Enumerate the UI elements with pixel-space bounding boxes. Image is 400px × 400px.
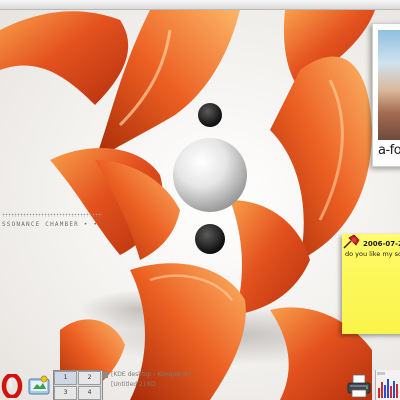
taskbar-window-title: [KDE desktop - Konqueror] [111, 371, 191, 378]
opera-icon[interactable] [0, 374, 24, 398]
wallpaper-caption: SSONANCE CHAMBER • • • [2, 221, 108, 228]
system-monitor-icon[interactable] [375, 370, 400, 400]
printer-icon[interactable] [346, 373, 372, 399]
pushpin-icon [343, 234, 360, 249]
window-icon [102, 372, 108, 378]
wallpaper-dots [2, 213, 102, 217]
taskbar-window-subtitle: [Untitled 2] KD [111, 381, 156, 388]
photo-frame-image [378, 30, 400, 140]
note-date: 2006-07-23 [363, 240, 400, 248]
desktop-pager: 1 2 3 4 [53, 370, 103, 400]
wallpaper [0, 10, 380, 400]
desktop[interactable]: SSONANCE CHAMBER • • • a-fon 2006-07-23 … [0, 0, 400, 400]
photo-frame-widget[interactable]: a-fon [372, 23, 400, 167]
top-panel-edge [0, 0, 400, 10]
note-text[interactable]: do you like my scr [345, 250, 400, 258]
pager-desktop-1[interactable]: 1 [54, 371, 77, 385]
pager-desktop-2[interactable]: 2 [78, 371, 101, 385]
pager-desktop-4[interactable]: 4 [78, 386, 101, 400]
photo-frame-caption: a-fon [378, 143, 400, 158]
taskbar-window-button[interactable]: [KDE desktop - Konqueror] [Untitled 2] K… [101, 371, 221, 393]
bottom-panel: 1 2 3 4 [KDE desktop - Konqueror] [Untit… [0, 365, 400, 400]
pager-desktop-3[interactable]: 3 [54, 386, 77, 400]
app-launcher-icon[interactable] [27, 375, 51, 397]
sticky-note-widget[interactable]: 2006-07-23 do you like my scr [342, 234, 400, 334]
